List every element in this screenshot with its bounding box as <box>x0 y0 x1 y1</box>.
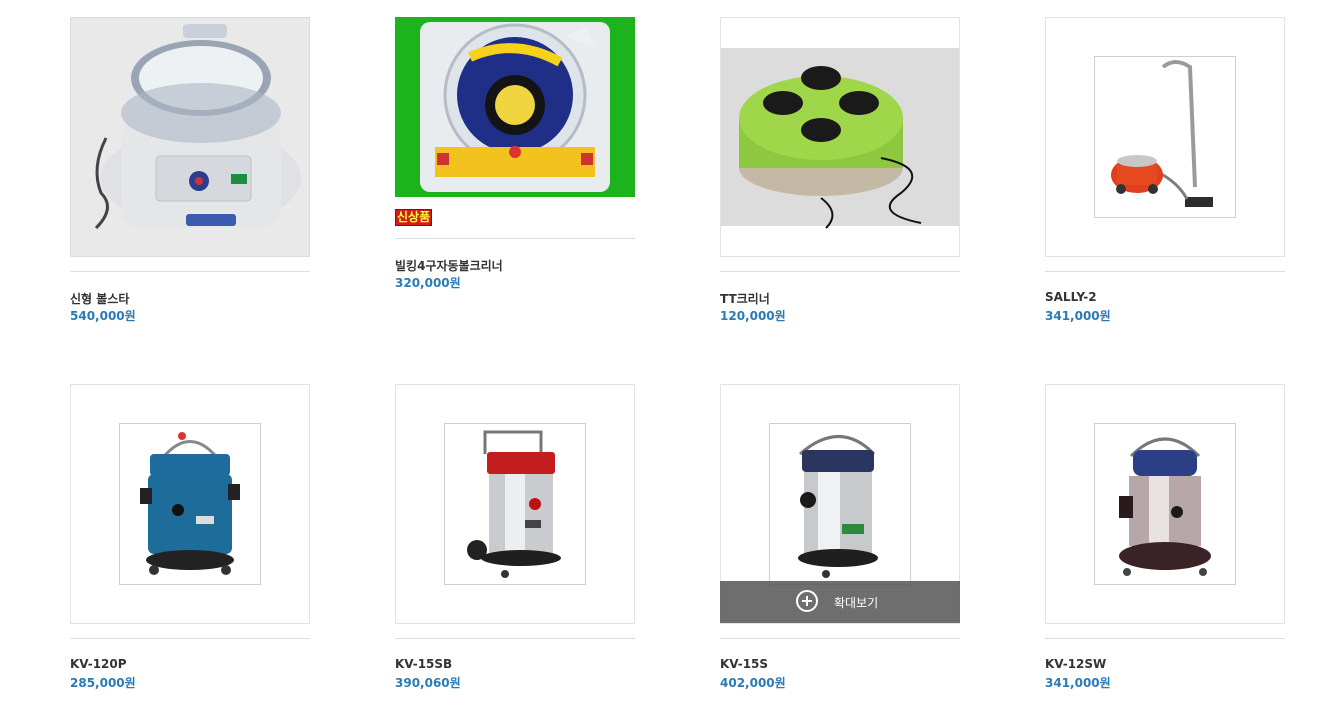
product-image[interactable] <box>70 17 310 257</box>
product-photo-frame <box>119 423 261 585</box>
product-price: 341,000원 <box>1045 676 1111 690</box>
product-price: 320,000원 <box>395 276 461 290</box>
product-image[interactable] <box>70 384 310 624</box>
product-price: 120,000원 <box>720 309 786 323</box>
zoom-label: 확대보기 <box>834 596 879 610</box>
product-name[interactable]: KV-15S <box>720 657 768 671</box>
zoom-overlay-button[interactable]: 확대보기 <box>720 581 960 623</box>
divider <box>395 638 635 639</box>
product-name[interactable]: KV-120P <box>70 657 127 671</box>
product-name[interactable]: SALLY-2 <box>1045 290 1097 304</box>
product-price: 390,060원 <box>395 676 461 690</box>
divider <box>720 271 960 272</box>
product-image[interactable] <box>1045 384 1285 624</box>
product-name[interactable]: 빌킹4구자동볼크리너 <box>395 257 503 274</box>
divider <box>395 238 635 239</box>
product-name[interactable]: KV-15SB <box>395 657 452 671</box>
divider <box>70 271 310 272</box>
product-price: 341,000원 <box>1045 309 1111 323</box>
product-name[interactable]: 신형 볼스타 <box>70 290 129 307</box>
product-photo-frame <box>1094 56 1236 218</box>
product-price: 402,000원 <box>720 676 786 690</box>
divider <box>1045 271 1285 272</box>
new-product-badge: 신상품 <box>395 209 433 226</box>
plus-circle-icon <box>796 590 818 612</box>
product-photo-frame <box>769 423 911 585</box>
product-image[interactable] <box>395 17 635 197</box>
product-price: 285,000원 <box>70 676 136 690</box>
product-image[interactable] <box>1045 17 1285 257</box>
divider <box>1045 638 1285 639</box>
product-image[interactable] <box>720 17 960 257</box>
product-price: 540,000원 <box>70 309 136 323</box>
product-name[interactable]: TT크리너 <box>720 290 770 307</box>
product-photo-frame <box>444 423 586 585</box>
divider <box>720 638 960 639</box>
product-photo-frame <box>1094 423 1236 585</box>
divider <box>70 638 310 639</box>
product-name[interactable]: KV-12SW <box>1045 657 1106 671</box>
product-image[interactable] <box>395 384 635 624</box>
